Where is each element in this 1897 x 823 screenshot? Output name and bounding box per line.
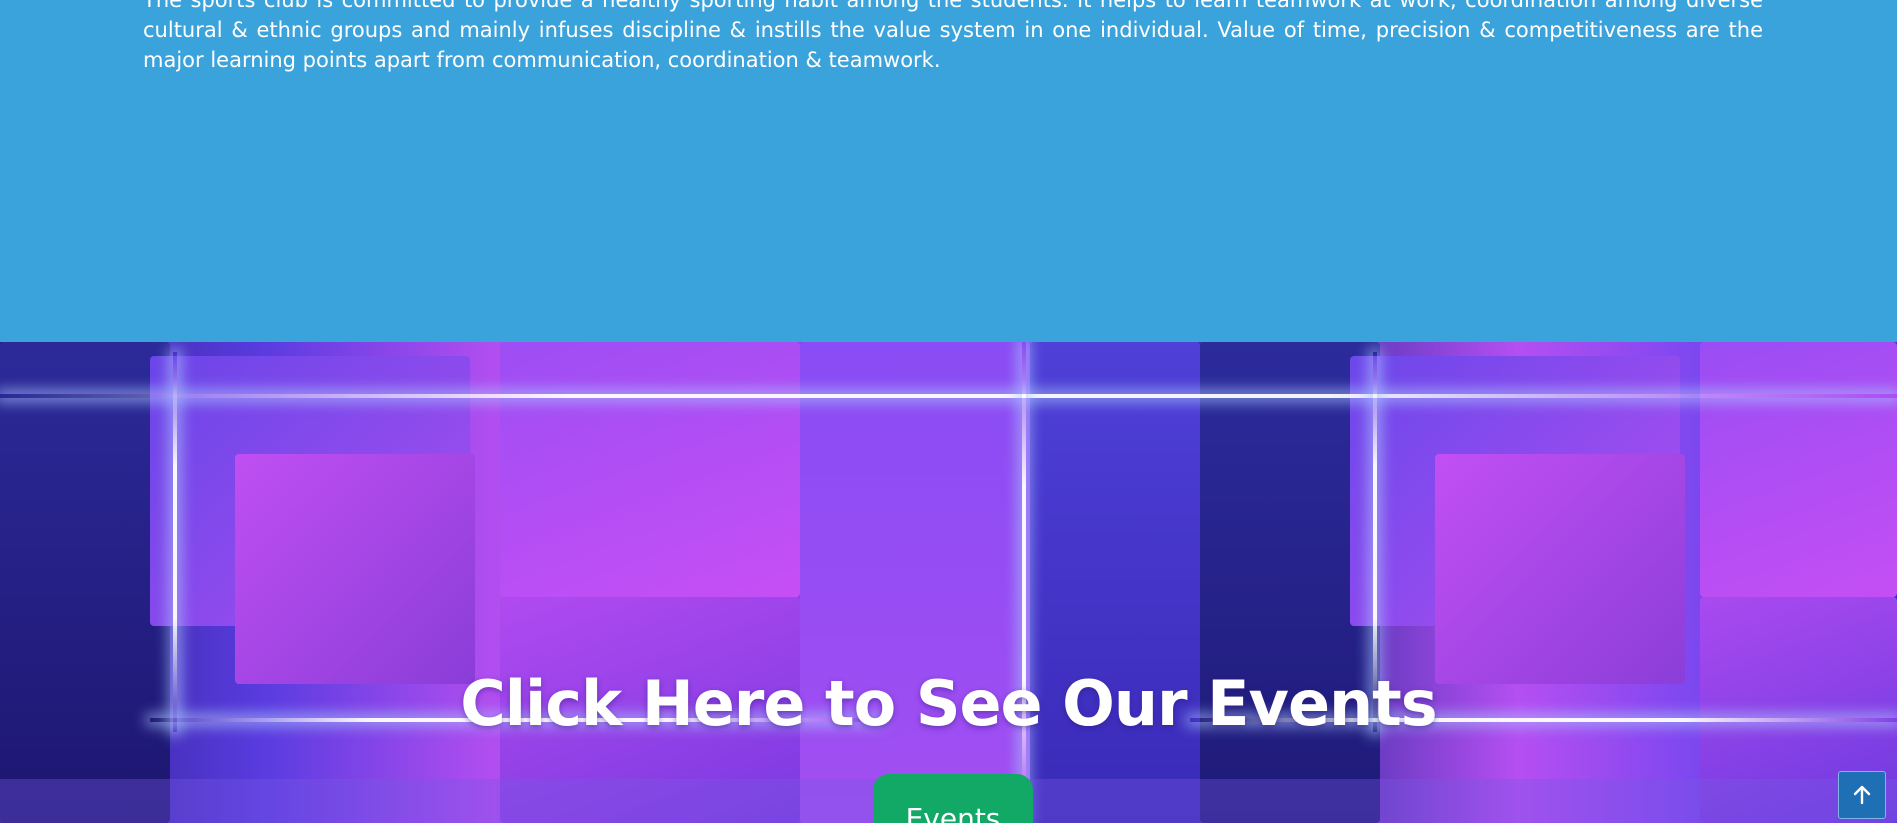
banner-decor-block [1435,454,1685,684]
arrow-up-icon [1853,785,1871,805]
banner-light-strip [1022,342,1026,823]
about-description: The sports club is committed to provide … [143,0,1763,72]
banner-decor-block [500,342,800,597]
about-section: The sports club is committed to provide … [0,0,1897,342]
banner-decor-block [0,342,170,823]
events-heading: Click Here to See Our Events [460,667,1437,740]
page: The sports club is committed to provide … [0,0,1897,823]
banner-light-strip [0,394,1897,398]
banner-decor-block [1700,342,1897,597]
events-banner: Click Here to See Our Events [0,342,1897,823]
banner-decor-block [235,454,475,684]
events-button[interactable]: Events [873,774,1033,823]
scroll-to-top-button[interactable] [1838,771,1886,819]
banner-decor-block [1030,342,1200,823]
banner-decor-block [800,342,1030,823]
